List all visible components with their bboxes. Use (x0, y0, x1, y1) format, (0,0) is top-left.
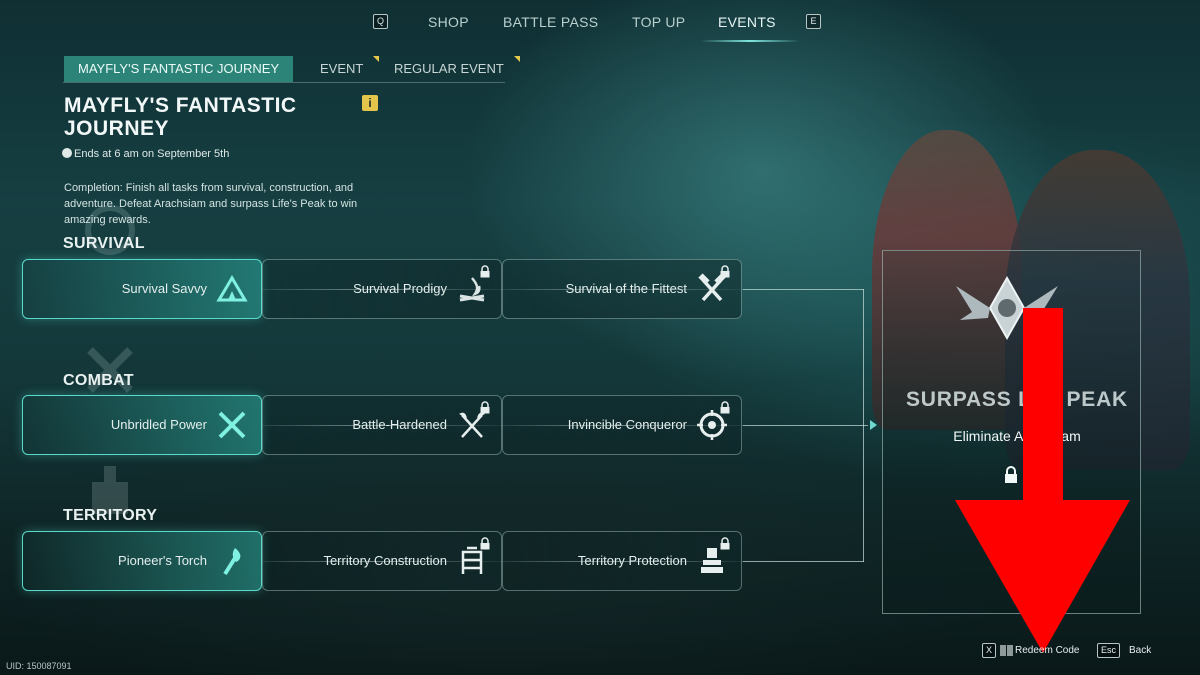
task-label: Battle-Hardened (352, 417, 447, 432)
connector-line (743, 425, 868, 426)
new-flag-icon (373, 56, 380, 62)
task-pioneers-torch[interactable]: Pioneer's Torch (22, 531, 262, 591)
subtab-label: EVENT (320, 61, 364, 76)
tab-battle-pass[interactable]: BATTLE PASS (503, 14, 598, 30)
task-label: Territory Construction (323, 553, 447, 568)
section-territory: TERRITORY (63, 507, 158, 524)
lock-icon (480, 537, 490, 550)
subtab-divider (63, 82, 505, 83)
task-battle-hardened[interactable]: Battle-Hardened (262, 395, 502, 455)
tent-icon (216, 275, 248, 302)
top-navigation: Q SHOP BATTLE PASS TOP UP EVENTS E (360, 0, 840, 44)
subtab-regular-event[interactable]: REGULAR EVENT (380, 56, 520, 82)
section-survival: SURVIVAL (63, 235, 145, 252)
task-survival-savvy[interactable]: Survival Savvy (22, 259, 262, 319)
tab-events[interactable]: EVENTS (718, 14, 776, 30)
tab-shop[interactable]: SHOP (428, 14, 469, 30)
task-territory-construction[interactable]: Territory Construction (262, 531, 502, 591)
connector-line (743, 289, 864, 290)
task-label: Invincible Conqueror (567, 417, 687, 432)
subtab-label: MAYFLY'S FANTASTIC JOURNEY (78, 61, 280, 76)
back-button[interactable]: Back (1129, 645, 1151, 656)
barcode-icon (1000, 645, 1013, 656)
redeem-key-hint[interactable]: X (982, 643, 997, 658)
lock-icon (720, 537, 730, 550)
red-annotation-arrow (955, 308, 1130, 653)
info-icon[interactable]: i (362, 95, 378, 111)
torch-icon (223, 548, 241, 576)
section-combat: COMBAT (63, 372, 134, 389)
new-flag-icon (513, 56, 520, 62)
connector-line (743, 561, 864, 562)
prev-tab-key-hint[interactable]: Q (373, 14, 388, 29)
lock-icon (720, 401, 730, 414)
task-label: Pioneer's Torch (118, 553, 207, 568)
crossed-blades-icon (218, 411, 246, 439)
task-survival-of-the-fittest[interactable]: Survival of the Fittest (502, 259, 742, 319)
tab-top-up[interactable]: TOP UP (632, 14, 685, 30)
subtab-mayflys-journey[interactable]: MAYFLY'S FANTASTIC JOURNEY (64, 56, 294, 82)
task-survival-prodigy[interactable]: Survival Prodigy (262, 259, 502, 319)
redeem-code-button[interactable]: Redeem Code (1015, 645, 1079, 656)
event-end-time: Ends at 6 am on September 5th (62, 148, 229, 160)
task-invincible-conqueror[interactable]: Invincible Conqueror (502, 395, 742, 455)
clock-icon (62, 148, 72, 158)
lock-icon (480, 265, 490, 278)
user-id: UID: 150087091 (6, 661, 72, 671)
task-label: Survival Prodigy (353, 281, 447, 296)
back-key-hint[interactable]: Esc (1097, 643, 1121, 658)
task-label: Survival of the Fittest (565, 281, 687, 296)
task-unbridled-power[interactable]: Unbridled Power (22, 395, 262, 455)
subtab-event[interactable]: EVENT (306, 56, 380, 82)
lock-icon (480, 401, 490, 414)
task-territory-protection[interactable]: Territory Protection (502, 531, 742, 591)
task-label: Unbridled Power (110, 417, 207, 432)
combat-watermark-icon (87, 347, 133, 393)
event-title: MAYFLY'S FANTASTIC JOURNEY (64, 94, 297, 140)
subtab-label: REGULAR EVENT (394, 61, 504, 76)
task-label: Survival Savvy (121, 281, 207, 296)
task-label: Territory Protection (577, 553, 687, 568)
next-tab-key-hint[interactable]: E (806, 14, 821, 29)
active-tab-indicator (700, 40, 800, 42)
connector-line (863, 289, 864, 562)
end-time-text: Ends at 6 am on September 5th (74, 148, 230, 160)
lock-icon (720, 265, 730, 278)
